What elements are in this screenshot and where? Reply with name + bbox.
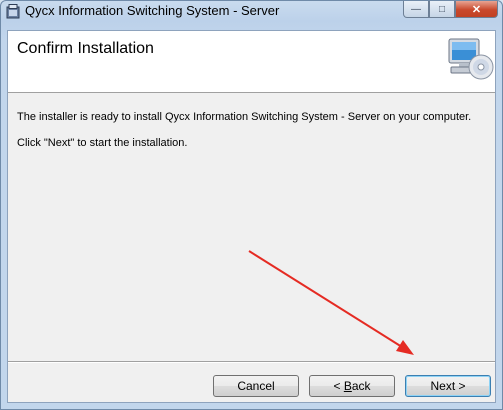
next-label: Next: [430, 379, 456, 393]
installer-window: Qycx Information Switching System - Serv…: [0, 0, 503, 410]
back-label-rest: ack: [351, 379, 371, 393]
minimize-button[interactable]: —: [403, 1, 429, 18]
window-title: Qycx Information Switching System - Serv…: [25, 3, 280, 18]
back-button[interactable]: < Back: [309, 375, 395, 397]
computer-cd-icon: [448, 38, 494, 80]
back-label-mnemonic: B: [343, 379, 352, 393]
maximize-button[interactable]: □: [429, 1, 455, 18]
page-title: Confirm Installation: [17, 40, 154, 57]
back-chevron-icon: <: [333, 379, 344, 393]
footer-divider: [8, 361, 495, 363]
title-bar[interactable]: Qycx Information Switching System - Serv…: [1, 1, 502, 23]
close-button[interactable]: ✕: [455, 1, 498, 18]
next-chevron-icon: >: [455, 379, 466, 393]
header-banner: Confirm Installation: [8, 31, 495, 93]
installer-app-icon: [6, 4, 20, 19]
next-button[interactable]: Next >: [405, 375, 491, 397]
ready-message: The installer is ready to install Qycx I…: [17, 111, 472, 123]
cancel-button[interactable]: Cancel: [213, 375, 299, 397]
window-controls: — □ ✕: [403, 1, 498, 19]
instruction-message: Click "Next" to start the installation.: [17, 137, 188, 149]
dialog-client-area: Confirm Installation The installer is re…: [7, 30, 496, 403]
